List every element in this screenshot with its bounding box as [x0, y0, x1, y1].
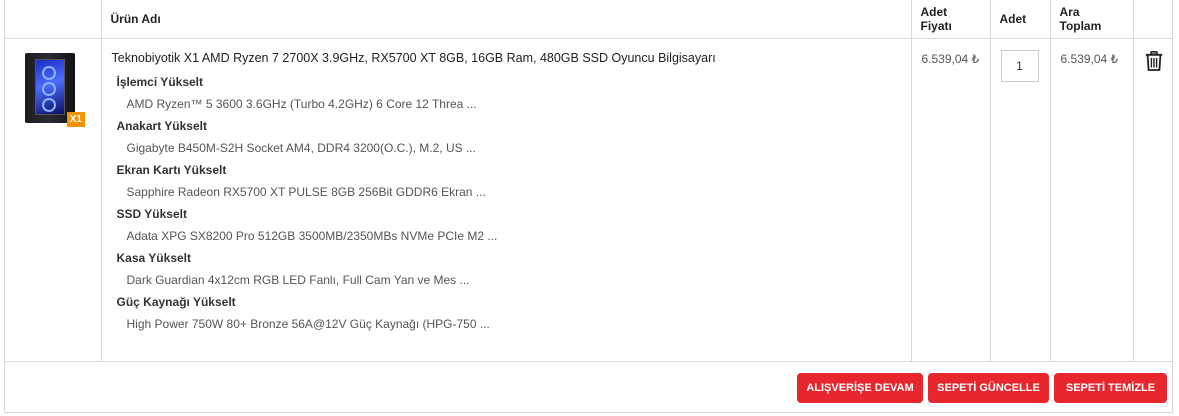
cart-actions: ALIŞVERİŞE DEVAM SEPETİ GÜNCELLE SEPETİ … — [797, 373, 1167, 403]
option-title-motherboard: Anakart Yükselt — [116, 119, 208, 133]
header-subtotal: Ara Toplam — [1050, 0, 1134, 39]
product-options: İşlemci Yükselt AMD Ryzen™ 5 3600 3.6GHz… — [102, 71, 911, 335]
quantity-input[interactable] — [1000, 50, 1039, 82]
gaming-pc-image[interactable]: X1 — [23, 53, 85, 127]
update-cart-button[interactable]: SEPETİ GÜNCELLE — [928, 373, 1049, 403]
product-image-cell: X1 — [5, 38, 102, 362]
option-title-psu: Güç Kaynağı Yükselt — [116, 295, 236, 309]
unit-price: 6.539,04 ₺ — [921, 52, 980, 66]
table-header-row: Ürün Adı Adet Fiyatı Adet Ara Toplam — [5, 0, 1174, 39]
option-value-psu: High Power 750W 80+ Bronze 56A@12V Güç K… — [126, 317, 490, 331]
option-title-gpu: Ekran Kartı Yükselt — [116, 163, 227, 177]
remove-cell — [1133, 38, 1174, 362]
quantity-badge: X1 — [66, 112, 85, 127]
header-qty: Adet — [990, 0, 1051, 39]
table-row: X1 Teknobiyotik X1 AMD Ryzen 7 2700X 3.9… — [5, 38, 1174, 362]
header-image — [5, 0, 102, 39]
clear-cart-button[interactable]: SEPETİ TEMİZLE — [1054, 373, 1167, 403]
unit-price-cell: 6.539,04 ₺ — [911, 38, 991, 362]
option-value-motherboard: Gigabyte B450M-S2H Socket AM4, DDR4 3200… — [126, 141, 476, 155]
option-title-cpu: İşlemci Yükselt — [116, 75, 204, 89]
product-cell: Teknobiyotik X1 AMD Ryzen 7 2700X 3.9GHz… — [101, 38, 912, 362]
option-value-case: Dark Guardian 4x12cm RGB LED Fanlı, Full… — [126, 273, 470, 287]
qty-cell — [990, 38, 1051, 362]
option-title-ssd: SSD Yükselt — [116, 207, 187, 221]
subtotal-cell: 6.539,04 ₺ — [1050, 38, 1134, 362]
header-unit-price: Adet Fiyatı — [911, 0, 991, 39]
header-remove — [1133, 0, 1174, 39]
option-value-cpu: AMD Ryzen™ 5 3600 3.6GHz (Turbo 4.2GHz) … — [126, 97, 477, 111]
trash-icon[interactable] — [1145, 51, 1163, 71]
option-title-case: Kasa Yükselt — [116, 251, 192, 265]
cart-table: Ürün Adı Adet Fiyatı Adet Ara Toplam X1 … — [5, 0, 1174, 362]
cart-panel: Ürün Adı Adet Fiyatı Adet Ara Toplam X1 … — [4, 0, 1174, 413]
option-value-gpu: Sapphire Radeon RX5700 XT PULSE 8GB 256B… — [126, 185, 486, 199]
header-product: Ürün Adı — [101, 0, 912, 39]
subtotal: 6.539,04 ₺ — [1060, 52, 1119, 66]
continue-shopping-button[interactable]: ALIŞVERİŞE DEVAM — [797, 373, 923, 403]
product-name[interactable]: Teknobiyotik X1 AMD Ryzen 7 2700X 3.9GHz… — [112, 51, 911, 65]
option-value-ssd: Adata XPG SX8200 Pro 512GB 3500MB/2350MB… — [126, 229, 498, 243]
